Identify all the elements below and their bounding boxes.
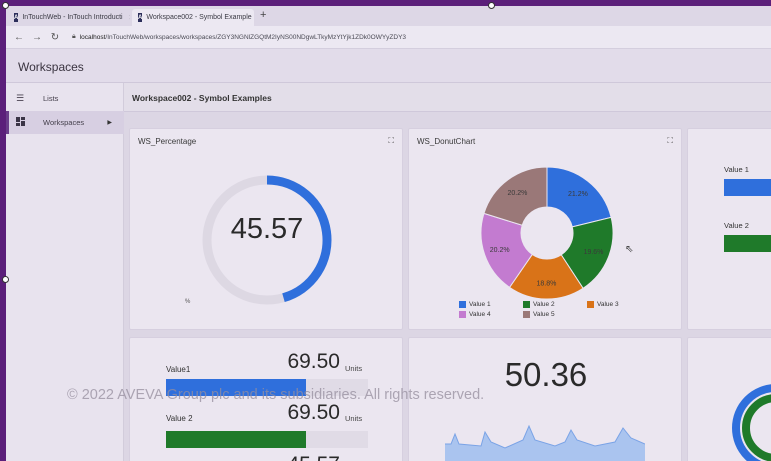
value-fill <box>166 431 307 448</box>
value-number: 69.50 <box>287 350 340 373</box>
browser-window: A InTouchWeb - InTouch Introducti ✕ A Wo… <box>6 6 771 461</box>
card-title: WS_Percentage <box>138 137 197 146</box>
tab-title: Workspace002 - Symbol Example <box>146 14 252 21</box>
percentage-value: 45.57 <box>230 213 304 245</box>
copyright-notice: © 2022 AVEVA Group plc and its subsidiar… <box>67 387 485 403</box>
card-ws-donutchart: WS_DonutChart ⛶ 21.2% 19.6% 18.8% 20.2% 20.2… <box>408 128 682 330</box>
value-number: 69.50 <box>287 401 340 424</box>
trend-area-chart <box>445 424 645 461</box>
donut-slice-label: 19.6% <box>584 249 604 256</box>
gauge-ring <box>742 394 771 461</box>
value-label: Value 2 <box>166 414 193 423</box>
donut-chart: 21.2% 19.6% 18.8% 20.2% 20.2% <box>480 166 614 300</box>
value-bar <box>724 179 771 196</box>
sidebar-item-label: Lists <box>43 94 59 103</box>
url-field[interactable]: localhost/InTouchWeb/workspaces/workspac… <box>80 34 406 41</box>
legend-label: Value 3 <box>597 301 619 308</box>
value-track <box>166 431 368 448</box>
legend-swatch <box>459 301 466 308</box>
card-round-gauge <box>687 337 771 461</box>
legend-swatch <box>587 301 594 308</box>
value-bar <box>724 235 771 252</box>
legend-label: Value 2 <box>533 301 555 308</box>
mouse-cursor-icon: ⇖ <box>625 244 634 255</box>
expand-icon[interactable]: ⛶ <box>388 136 394 146</box>
workspace-content: Workspace002 - Symbol Examples WS_Percen… <box>124 83 771 461</box>
resize-handle <box>2 276 9 283</box>
legend-label: Value 4 <box>469 311 491 318</box>
donut-slice-label: 20.2% <box>490 247 510 254</box>
resize-handle <box>488 2 495 9</box>
aveva-favicon-icon: A <box>14 13 19 22</box>
legend-item[interactable]: Value 5 <box>523 311 555 318</box>
legend-item[interactable]: Value 3 <box>587 301 619 308</box>
app-header: Workspaces <box>6 49 771 83</box>
donut-slice-label: 21.2% <box>568 191 588 198</box>
lock-icon[interactable]: 🔒︎ <box>72 33 76 41</box>
back-arrow-icon[interactable]: ← <box>14 32 24 43</box>
legend-label: Value 1 <box>469 301 491 308</box>
forward-arrow-icon[interactable]: → <box>32 32 42 43</box>
expand-icon[interactable]: ⛶ <box>667 136 673 146</box>
percentage-unit: % <box>185 299 191 305</box>
card-title: WS_DonutChart <box>417 137 476 146</box>
tab-strip: A InTouchWeb - InTouch Introducti ✕ A Wo… <box>6 6 771 26</box>
reload-icon[interactable]: ↻ <box>50 32 60 43</box>
url-host: localhost <box>79 33 106 41</box>
legend-swatch <box>459 311 466 318</box>
donut-slice-label: 18.8% <box>536 281 556 288</box>
donut-slice-label: 20.2% <box>507 190 527 197</box>
plus-icon[interactable]: + <box>260 9 266 21</box>
list-icon: ☰ <box>16 93 25 103</box>
value-label: Value1 <box>166 365 191 374</box>
legend-swatch <box>523 311 530 318</box>
address-bar: ← → ↻ 🔒︎ localhost/InTouchWeb/workspaces… <box>6 26 771 49</box>
sidebar-item-lists[interactable]: ☰ Lists <box>6 87 124 110</box>
dashboard-icon <box>16 117 30 128</box>
close-icon[interactable]: ✕ <box>129 13 130 22</box>
legend-swatch <box>523 301 530 308</box>
sidebar-item-workspaces[interactable]: Workspaces ▶ <box>6 111 124 134</box>
workspace-title: Workspace002 - Symbol Examples <box>132 93 272 103</box>
legend-item[interactable]: Value 2 <box>523 301 555 308</box>
round-gauge <box>732 384 771 461</box>
value-unit: Units <box>345 364 363 373</box>
url-path: /InTouchWeb/workspaces/workspaces/ZGY3NG… <box>105 33 407 41</box>
sidebar-item-label: Workspaces <box>43 118 85 127</box>
aveva-favicon-icon: A <box>138 13 143 22</box>
chevron-right-icon: ▶ <box>107 120 112 126</box>
bar-label: Value 2 <box>724 221 749 230</box>
value-number: 45.57 <box>280 453 340 461</box>
card-value-bars: Value 1 Value 2 <box>687 128 771 330</box>
workspace-title-bar: Workspace002 - Symbol Examples <box>124 83 771 112</box>
browser-tab-workspace[interactable]: A Workspace002 - Symbol Example ✕ <box>132 9 254 26</box>
bar-label: Value 1 <box>724 165 749 174</box>
app-title: Workspaces <box>18 60 84 74</box>
card-ws-percentage: WS_Percentage ⛶ 45.57 % <box>129 128 403 330</box>
legend-item[interactable]: Value 4 <box>459 311 491 318</box>
tab-title: InTouchWeb - InTouch Introducti <box>22 14 123 21</box>
value-unit: Units <box>345 414 363 423</box>
legend-label: Value 5 <box>533 311 555 318</box>
legend-item[interactable]: Value 1 <box>459 301 491 308</box>
sidebar: ☰ Lists Workspaces ▶ <box>6 83 124 461</box>
resize-handle <box>2 2 9 9</box>
browser-tab-intouch[interactable]: A InTouchWeb - InTouch Introducti ✕ <box>8 9 130 26</box>
